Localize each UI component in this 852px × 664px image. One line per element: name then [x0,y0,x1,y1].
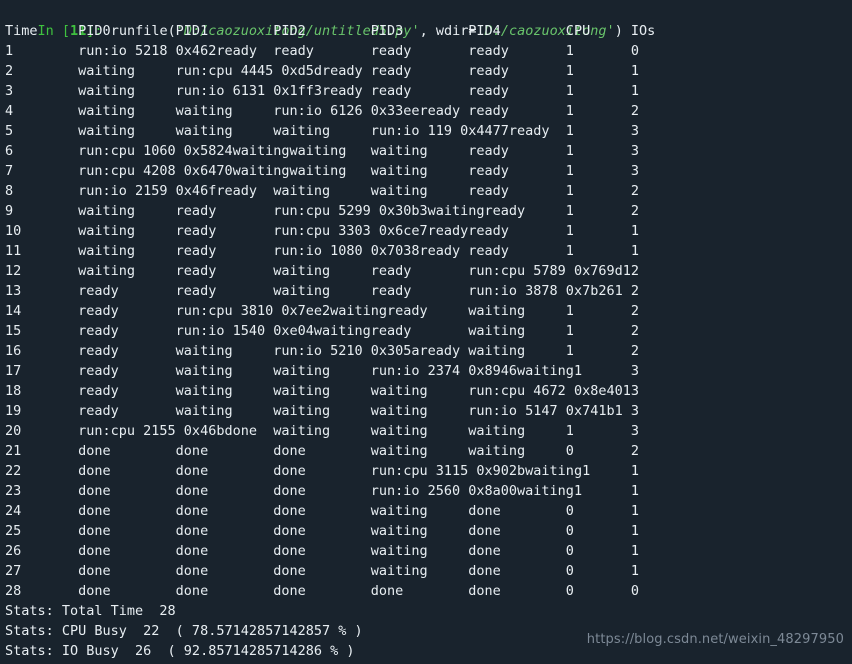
table-row: 18 ready waiting waiting waiting run:cpu… [5,383,639,399]
watermark-text: https://blog.csdn.net/weixin_48297950 [586,632,844,647]
table-row: 7 run:cpu 4208 0x6470waitingwaiting wait… [5,163,639,179]
table-row: 5 waiting waiting waiting run:io 119 0x4… [5,123,639,139]
table-row: 14 ready run:cpu 3810 0x7ee2waitingready… [5,303,639,319]
table-row: 8 run:io 2159 0x46fready waiting waiting… [5,183,639,199]
table-row: 26 done done done waiting done 0 1 [5,543,639,559]
table-row: 17 ready waiting waiting run:io 2374 0x8… [5,363,639,379]
table-row: 28 done done done done done 0 0 [5,583,639,599]
terminal-output: In [11]: runfile('D:/caozuoxitong/untitl… [0,0,852,661]
table-row: 1 run:io 5218 0x462ready ready ready rea… [5,43,639,59]
table-row: 20 run:cpu 2155 0x46bdone waiting waitin… [5,423,639,439]
table-row: 19 ready waiting waiting waiting run:io … [5,403,639,419]
table-row: 6 run:cpu 1060 0x5824waitingwaiting wait… [5,143,639,159]
stats-line: Stats: Total Time 28 [5,603,176,619]
table-row: 9 waiting ready run:cpu 5299 0x30b3waiti… [5,203,639,219]
table-row: 23 done done done run:io 2560 0x8a00wait… [5,483,639,499]
table-row: 11 waiting ready run:io 1080 0x7038ready… [5,243,639,259]
table-row: 16 ready waiting run:io 5210 0x305aready… [5,343,639,359]
table-row: 3 waiting run:io 6131 0x1ff3ready ready … [5,83,639,99]
table-row: 24 done done done waiting done 0 1 [5,503,639,519]
table-row: 21 done done done waiting waiting 0 2 [5,443,639,459]
table-row: 13 ready ready waiting ready run:io 3878… [5,283,639,299]
prompt-line: In [11]: runfile('D:/caozuoxitong/untitl… [5,1,852,39]
table-row: 2 waiting run:cpu 4445 0xd5dready ready … [5,63,639,79]
table-row: 10 waiting ready run:cpu 3303 0x6ce7read… [5,223,639,239]
table-row: 22 done done done run:cpu 3115 0x902bwai… [5,463,639,479]
table-row: 12 waiting ready waiting ready run:cpu 5… [5,263,639,279]
table-row: 25 done done done waiting done 0 1 [5,523,639,539]
table-row: 27 done done done waiting done 0 1 [5,563,639,579]
table-header-row: Time PID0 PID1 PID2 PID3 PID4 CPU IOs [5,23,656,39]
table-row: 4 waiting waiting run:io 6126 0x33eeread… [5,103,639,119]
table-row: 15 ready run:io 1540 0xe04waitingready w… [5,323,639,339]
table-body: 1 run:io 5218 0x462ready ready ready rea… [5,41,852,601]
